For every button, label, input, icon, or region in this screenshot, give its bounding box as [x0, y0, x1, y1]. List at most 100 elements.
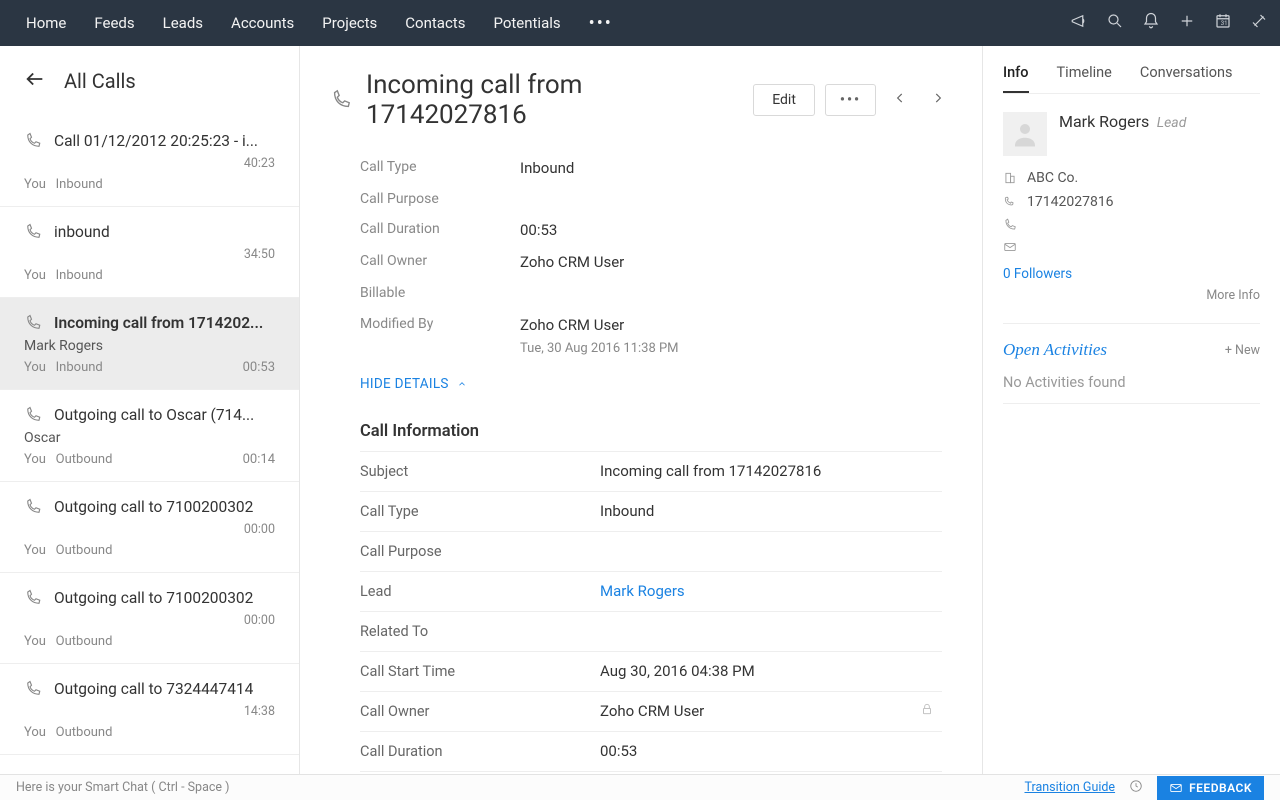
info-value: Inbound — [600, 502, 934, 520]
lead-link[interactable]: Mark Rogers — [600, 582, 685, 600]
info-row: Call OwnerZoho CRM User — [360, 691, 942, 731]
head-actions: Edit ••• — [753, 84, 952, 116]
call-list-panel: All Calls Call 01/12/2012 20:25:23 - i..… — [0, 46, 300, 774]
contact-panel: InfoTimelineConversations Mark Rogers Le… — [982, 46, 1280, 774]
telephone-icon — [1003, 195, 1017, 209]
tab-conversations[interactable]: Conversations — [1140, 64, 1233, 93]
info-row: Related To — [360, 611, 942, 651]
call-title: Incoming call from 1714202... — [54, 314, 275, 332]
info-value: Aug 30, 2016 04:38 PM — [600, 662, 934, 680]
value: 00:53 — [520, 218, 557, 242]
nav-home[interactable]: Home — [12, 0, 80, 46]
tools-icon[interactable] — [1250, 12, 1268, 34]
call-item[interactable]: inbound34:50You Inbound — [0, 207, 299, 298]
info-row: SubjectIncoming call from 17142027816 — [360, 451, 942, 491]
value: Zoho CRM User — [520, 316, 624, 334]
nav-potentials[interactable]: Potentials — [479, 0, 574, 46]
nav-contacts[interactable]: Contacts — [391, 0, 479, 46]
list-title: All Calls — [64, 69, 136, 93]
call-duration: 00:53 — [243, 360, 275, 375]
back-icon[interactable] — [24, 68, 46, 94]
calendar-icon[interactable]: 31 — [1214, 12, 1232, 34]
call-title: Outgoing call to 7100200302 — [54, 498, 275, 516]
prev-record-icon[interactable] — [886, 91, 914, 109]
open-activities-title: Open Activities — [1003, 340, 1107, 360]
info-label: Call Owner — [360, 703, 600, 720]
transition-guide-link[interactable]: Transition Guide — [1024, 780, 1115, 795]
info-label: Subject — [360, 463, 600, 480]
call-meta: You Outbound — [24, 543, 275, 558]
nav-projects[interactable]: Projects — [308, 0, 391, 46]
nav-leads[interactable]: Leads — [149, 0, 217, 46]
nav-feeds[interactable]: Feeds — [80, 0, 148, 46]
main-nav: HomeFeedsLeadsAccountsProjectsContactsPo… — [12, 0, 575, 46]
phone-icon — [24, 498, 42, 516]
call-duration: 34:50 — [24, 247, 275, 262]
call-item[interactable]: Call 01/12/2012 20:25:23 - i...40:23You … — [0, 116, 299, 207]
feedback-button[interactable]: FEEDBACK — [1157, 776, 1264, 800]
right-tabs: Info Timeline Conversations — [1003, 64, 1260, 94]
label: Modified By — [360, 313, 520, 360]
divider — [1003, 403, 1260, 404]
call-duration: 00:14 — [243, 452, 275, 467]
label: Billable — [360, 282, 520, 304]
call-meta: You Inbound00:53 — [24, 360, 275, 375]
call-item[interactable]: Incoming call from 1714202...Mark Rogers… — [0, 298, 299, 390]
call-title: Outgoing call to 7100200302 — [54, 589, 275, 607]
label: Call Purpose — [360, 188, 520, 210]
next-record-icon[interactable] — [924, 91, 952, 109]
call-title: Outgoing call to Oscar (714... — [54, 406, 275, 424]
clock-icon[interactable] — [1129, 779, 1143, 797]
call-item[interactable]: Outgoing call to Oscar (714...OscarYou O… — [0, 390, 299, 482]
tab-info[interactable]: Info — [1003, 64, 1029, 93]
info-label: Call Type — [360, 503, 600, 520]
tab-timeline[interactable]: Timeline — [1057, 64, 1112, 93]
label: Call Owner — [360, 250, 520, 274]
smart-chat-hint: Here is your Smart Chat ( Ctrl - Space ) — [16, 780, 230, 795]
new-activity-link[interactable]: + New — [1225, 343, 1260, 358]
building-icon — [1003, 171, 1017, 185]
phone-icon — [24, 132, 42, 150]
info-label: Related To — [360, 623, 600, 640]
info-value: 00:53 — [600, 742, 934, 760]
phone-icon — [24, 314, 42, 332]
hide-details-toggle[interactable]: HIDE DETAILS — [360, 376, 952, 392]
detail-panel: Incoming call from 17142027816 Edit ••• … — [300, 46, 982, 774]
no-activities-text: No Activities found — [1003, 374, 1260, 391]
call-title: Outgoing call to 7324447414 — [54, 680, 275, 698]
more-info-link[interactable]: More Info — [1003, 288, 1260, 303]
call-title: inbound — [54, 223, 275, 241]
info-value: Zoho CRM User — [600, 702, 920, 720]
nav-more-icon[interactable]: ••• — [575, 13, 627, 34]
phone-icon — [1003, 218, 1017, 232]
company-field: ABC Co. — [1003, 170, 1260, 186]
value: Inbound — [520, 156, 574, 180]
announce-icon[interactable] — [1070, 12, 1088, 34]
info-value[interactable]: Mark Rogers — [600, 582, 934, 600]
info-row: Call Start TimeAug 30, 2016 04:38 PM — [360, 651, 942, 691]
avatar — [1003, 112, 1047, 156]
divider — [1003, 323, 1260, 324]
call-duration: 40:23 — [24, 156, 275, 171]
value: Zoho CRM User — [520, 250, 624, 274]
detail-header: Incoming call from 17142027816 Edit ••• — [330, 70, 952, 130]
followers-link[interactable]: 0 Followers — [1003, 266, 1260, 282]
topbar-actions: 31 — [1070, 12, 1268, 34]
info-row: LeadMark Rogers — [360, 571, 942, 611]
nav-accounts[interactable]: Accounts — [217, 0, 308, 46]
contact-type: Lead — [1157, 115, 1187, 131]
section-title: Call Information — [360, 422, 952, 441]
search-icon[interactable] — [1106, 12, 1124, 34]
bell-icon[interactable] — [1142, 12, 1160, 34]
footer-bar: Here is your Smart Chat ( Ctrl - Space )… — [0, 774, 1280, 800]
more-button[interactable]: ••• — [825, 84, 876, 116]
call-duration: 00:00 — [24, 522, 275, 537]
call-item[interactable]: Outgoing call to 710020030200:00You Outb… — [0, 573, 299, 664]
phone-icon — [330, 89, 352, 111]
edit-button[interactable]: Edit — [753, 84, 815, 116]
plus-icon[interactable] — [1178, 12, 1196, 34]
svg-text:31: 31 — [1221, 20, 1228, 27]
call-meta: You Inbound — [24, 177, 275, 192]
call-item[interactable]: Outgoing call to 732444741414:38You Outb… — [0, 664, 299, 755]
call-item[interactable]: Outgoing call to 7100200302 00:00 You Outb… — [0, 482, 299, 573]
